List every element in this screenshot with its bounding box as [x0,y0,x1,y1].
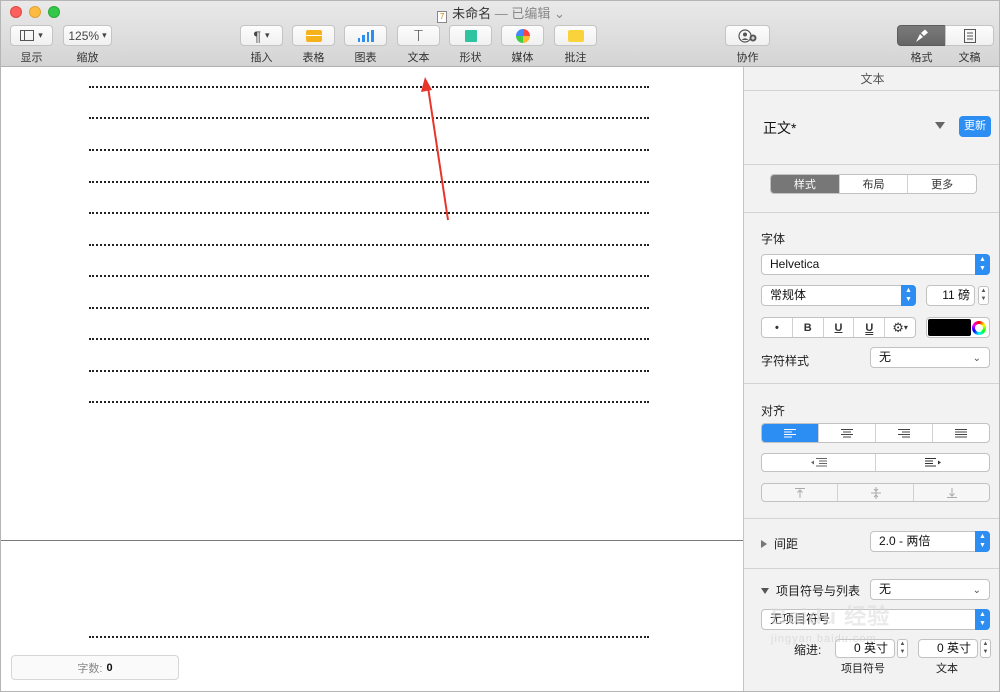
align-top-icon [794,487,805,498]
bullets-label: 项目符号与列表 [776,584,861,598]
underline-button[interactable]: U [822,318,854,337]
text-indent-caption: 文本 [936,663,958,675]
char-style-value: 无 [879,350,892,364]
typeface-popup[interactable]: 常规体 ▲ ▼ [761,285,916,306]
paragraph-style-name[interactable]: 正文* [763,118,796,138]
align-top-button[interactable] [762,484,837,501]
list-style-value: 无 [879,582,892,596]
advanced-options-button[interactable]: ⚙ ▾ [884,318,915,337]
double-underline-button[interactable]: U [853,318,884,337]
align-middle-icon [870,486,881,499]
bullet-indent-stepper[interactable]: ▲ ▼ [897,639,908,658]
align-right-button[interactable] [875,424,932,442]
font-size-value: 11 磅 [942,288,970,302]
indent-buttons [761,453,990,472]
spacing-value: 2.0 - 两倍 [879,534,931,548]
font-family-popup[interactable]: Helvetica ▲ ▼ [761,254,990,275]
text-indent-stepper[interactable]: ▲ ▼ [980,639,991,658]
divider [744,518,999,519]
divider [744,164,999,165]
align-left-icon [784,428,796,437]
text-inspector-tabs: 样式 布局 更多 [770,174,977,194]
divider [744,383,999,384]
disclosure-right-icon [761,540,767,548]
indent-label: 缩进: [794,643,822,657]
format-inspector: 文本 正文* 更新 样式 布局 更多 字体 Helvetica ▲ ▼ 常规体 ▲… [743,67,999,691]
align-center-icon [841,428,853,437]
align-section-label: 对齐 [761,404,786,418]
gear-icon: ⚙ [892,319,904,335]
tab-style[interactable]: 样式 [771,175,839,193]
pages-window: 7 未命名 — 已编辑 ⌄ ▾ 显示 125% ▾ 缩放 ¶ ▾ 插入 表格 图… [0,0,1000,692]
align-bottom-icon [946,487,957,498]
align-right-icon [898,428,910,437]
outdent-icon [810,458,827,467]
bold-button[interactable]: B [791,318,823,337]
align-middle-button[interactable] [837,484,913,501]
bullet-format-button[interactable]: • [762,318,792,337]
bullet-indent-value: 0 英寸 [853,641,888,655]
color-wheel-icon[interactable] [972,321,986,335]
font-family-value: Helvetica [770,257,820,271]
font-size-stepper[interactable]: ▲ ▼ [978,286,989,305]
align-left-button[interactable] [762,424,818,442]
updown-chevron-icon: ▲ ▼ [901,285,916,306]
char-style-label: 字符样式 [761,354,810,368]
updown-chevron-icon: ▲ ▼ [975,531,990,552]
font-size-field[interactable]: 11 磅 [926,285,975,306]
bullet-indent-caption: 项目符号 [841,663,885,675]
tab-layout[interactable]: 布局 [838,175,908,193]
chevron-down-icon: ⌄ [972,353,981,364]
justify-icon [955,428,967,437]
text-color-swatch[interactable] [928,319,971,336]
bullet-type-value: 无项目符号 [770,612,831,626]
tab-more[interactable]: 更多 [907,175,976,193]
vertical-align-buttons [761,483,990,502]
spacing-label: 间距 [774,537,799,551]
updown-chevron-icon: ▲ ▼ [975,609,990,630]
increase-indent-button[interactable] [875,454,989,471]
divider [744,212,999,213]
justify-button[interactable] [932,424,989,442]
update-style-button[interactable]: 更新 [959,116,991,137]
text-color-well[interactable] [926,317,990,338]
text-indent-field[interactable]: 0 英寸 [918,639,978,658]
spacing-popup[interactable]: 2.0 - 两倍 ▲ ▼ [870,531,990,552]
updown-chevron-icon: ▲ ▼ [975,254,990,275]
text-indent-value: 0 英寸 [936,641,971,655]
spacing-disclosure[interactable]: 间距 [761,535,798,552]
typeface-value: 常规体 [770,288,807,302]
bullet-type-popup[interactable]: 无项目符号 ▲ ▼ [761,609,990,630]
font-section-label: 字体 [761,232,786,246]
chevron-down-icon: ▾ [903,323,908,332]
alignment-buttons [761,423,990,443]
bullet-indent-field[interactable]: 0 英寸 [835,639,895,658]
bullets-disclosure[interactable]: 项目符号与列表 [761,582,860,599]
align-center-button[interactable] [818,424,875,442]
inspector-header: 文本 [744,67,999,91]
indent-icon [924,458,941,467]
paragraph-style-dropdown-icon[interactable] [935,122,945,129]
disclosure-down-icon [761,588,769,594]
divider [744,568,999,569]
text-format-buttons: • B U U ⚙ ▾ [761,317,916,338]
align-bottom-button[interactable] [913,484,989,501]
chevron-down-icon: ⌄ [972,585,981,596]
decrease-indent-button[interactable] [762,454,875,471]
char-style-popup[interactable]: 无 ⌄ [870,347,990,368]
list-style-popup[interactable]: 无 ⌄ [870,579,990,600]
